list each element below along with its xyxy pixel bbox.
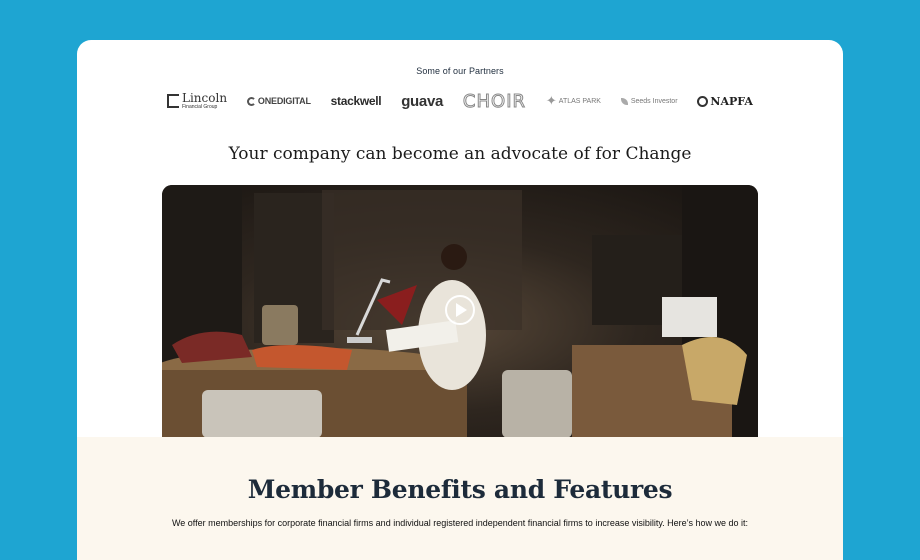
partner-logo-stackwell[interactable]: stackwell — [331, 94, 382, 108]
partner-logo-choir-name: CHOIR — [462, 90, 527, 112]
partner-logo-choir[interactable]: CHOIR — [462, 90, 527, 112]
partner-logo-napfa[interactable]: NAPFA — [697, 95, 753, 108]
partner-logo-atlas-name: ATLAS PARK — [558, 97, 601, 105]
benefits-title: Member Benefits and Features — [247, 475, 673, 504]
partner-logo-seeds-investor[interactable]: Seeds Investor — [620, 97, 678, 105]
partner-logo-lincoln-name: Lincoln — [182, 90, 228, 105]
play-icon — [456, 303, 467, 317]
content-card: Some of our Partners Lincoln Financial G… — [77, 40, 843, 560]
partner-logo-stackwell-name: stackwell — [330, 94, 382, 108]
compass-star-icon: ✦ — [545, 93, 557, 108]
play-button[interactable] — [445, 295, 475, 325]
partner-logo-guava-name: guava — [401, 92, 444, 110]
video-player[interactable] — [162, 185, 758, 438]
partner-logo-guava[interactable]: guava — [401, 93, 443, 110]
lincoln-logo-icon — [167, 94, 179, 108]
partner-logos: Lincoln Financial Group ONEDIGITAL stack… — [167, 90, 753, 112]
benefits-description: We offer memberships for corporate finan… — [171, 518, 749, 528]
partner-logo-lincoln[interactable]: Lincoln Financial Group — [167, 90, 228, 110]
benefits-section: Member Benefits and Features We offer me… — [77, 437, 843, 560]
onedigital-logo-icon — [246, 96, 256, 106]
partner-logo-seeds-name: Seeds Investor — [630, 97, 678, 105]
partner-logo-napfa-name: NAPFA — [710, 94, 753, 108]
partner-logo-onedigital[interactable]: ONEDIGITAL — [246, 96, 311, 106]
partner-logo-atlas-park[interactable]: ✦ ATLAS PARK — [546, 93, 601, 109]
partner-logo-onedigital-name: ONEDIGITAL — [257, 96, 311, 106]
napfa-seal-icon — [697, 95, 709, 107]
partners-label: Some of our Partners — [416, 66, 504, 76]
seed-leaf-icon — [620, 97, 628, 105]
page-headline: Your company can become an advocate of f… — [228, 144, 692, 164]
